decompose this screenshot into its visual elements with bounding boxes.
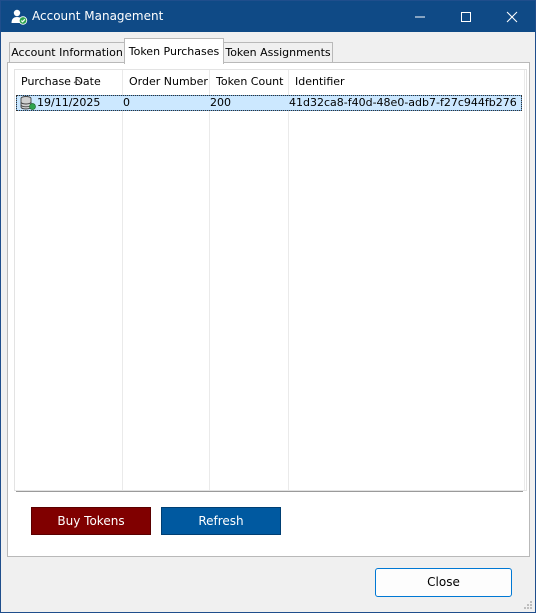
tab-strip: Account Information Token Purchases Toke… [7,38,529,64]
close-icon [506,11,518,23]
token-purchases-panel: Purchase Date Order Number Token Count I… [7,62,530,557]
column-divider [209,70,210,490]
column-divider [524,70,525,490]
refresh-button[interactable]: Refresh [161,507,281,535]
column-header-token-count[interactable]: Token Count [216,70,288,92]
minimize-icon [415,16,425,18]
maximize-button[interactable] [443,1,489,32]
table-row[interactable]: 19/11/2025 0 200 41d32ca8-f40d-48e0-adb7… [16,95,522,111]
column-divider [288,70,289,490]
column-header-identifier[interactable]: Identifier [295,70,415,92]
buy-tokens-button[interactable]: Buy Tokens [31,507,151,535]
cell-identifier: 41d32ca8-f40d-48e0-adb7-f27c944fb276 [289,96,517,109]
window-title: Account Management [32,9,164,23]
window-close-button[interactable] [489,1,535,32]
tab-token-assignments[interactable]: Token Assignments [223,42,333,63]
column-header-label: Purchase Date [21,75,101,88]
chevron-up-icon [73,69,82,93]
maximize-icon [461,12,471,22]
resize-grip-icon[interactable] [523,600,533,610]
purchases-list[interactable]: Purchase Date Order Number Token Count I… [14,69,527,491]
account-management-window: Account Management Account Information T… [0,0,536,613]
minimize-button[interactable] [397,1,443,32]
account-icon [10,8,28,26]
column-header-order-number[interactable]: Order Number [129,70,209,92]
divider [16,491,523,492]
cell-token-count: 200 [210,96,231,109]
database-icon [20,96,36,110]
column-header-purchase-date[interactable]: Purchase Date [21,70,121,92]
tab-account-information[interactable]: Account Information [9,42,125,63]
title-bar[interactable]: Account Management [1,1,535,32]
close-button[interactable]: Close [375,568,512,597]
tab-token-purchases[interactable]: Token Purchases [124,38,224,64]
cell-purchase-date: 19/11/2025 [37,96,101,109]
column-divider [122,70,123,490]
cell-order-number: 0 [123,96,130,109]
